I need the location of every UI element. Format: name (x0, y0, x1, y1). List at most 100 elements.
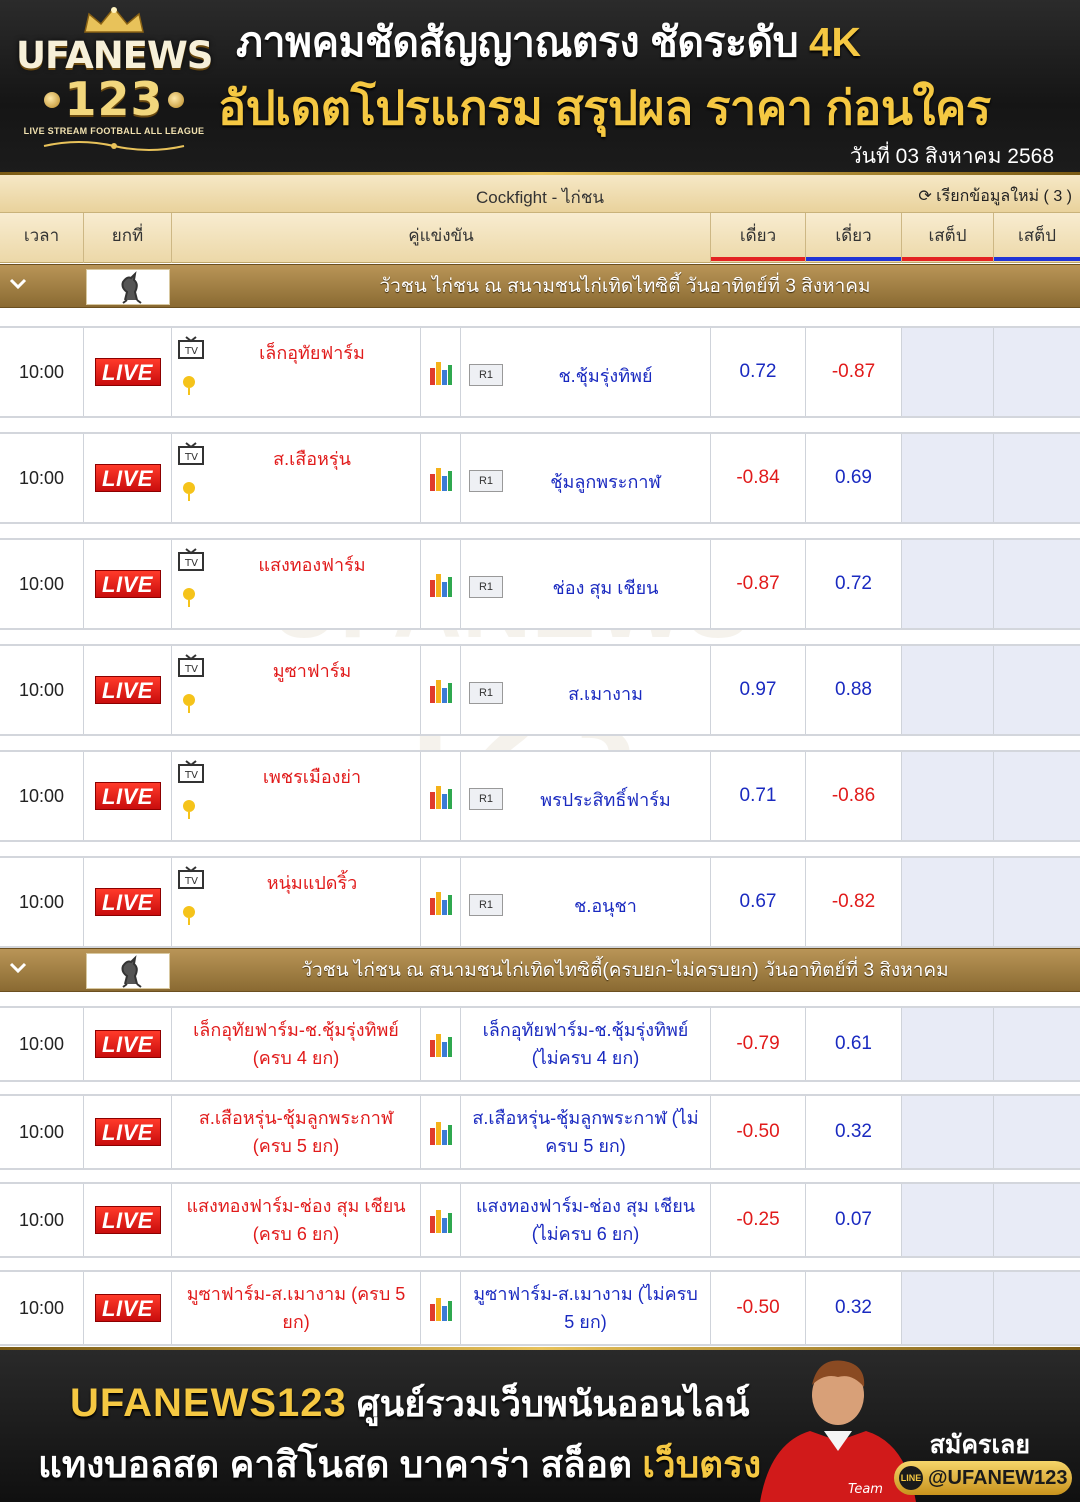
parlay-home[interactable] (902, 1184, 994, 1256)
odds-home[interactable]: -0.50 (711, 1096, 806, 1168)
match-row[interactable]: 10:00 LIVE TV แสงทองฟาร์ม R1 ช่อง สุม เชียน -0… (0, 538, 1080, 630)
tv-icon[interactable]: TV (177, 654, 205, 678)
stats-cell[interactable] (421, 328, 461, 416)
live-cell[interactable]: LIVE (84, 1272, 172, 1344)
odds-home[interactable]: 0.72 (711, 328, 806, 416)
section-header[interactable]: วัวชน ไก่ชน ณ สนามชนไก่เทิดไทซิตี้ วันอา… (0, 264, 1080, 308)
stats-icon[interactable] (429, 888, 453, 916)
parlay-home[interactable] (902, 328, 994, 416)
match-row[interactable]: 10:00 LIVE TV เล็กอุทัยฟาร์ม R1 ช.ชุ้มรุ่งทิพ… (0, 326, 1080, 418)
odds-away[interactable]: -0.86 (806, 752, 902, 840)
parlay-away[interactable] (994, 1272, 1080, 1344)
parlay-home[interactable] (902, 434, 994, 522)
live-cell[interactable]: LIVE (84, 1008, 172, 1080)
home-team-name[interactable]: ส.เสือหรุ่น (212, 444, 412, 473)
live-badge[interactable]: LIVE (94, 1206, 161, 1234)
stats-icon[interactable] (429, 358, 453, 386)
section-header[interactable]: วัวชน ไก่ชน ณ สนามชนไก่เทิดไทซิตี้(ครบยก… (0, 948, 1080, 992)
home-team-name[interactable]: หนุ่มแปดริ้ว (212, 868, 412, 897)
stats-icon[interactable] (429, 1206, 453, 1234)
home-team-name[interactable]: มูซาฟาร์ม-ส.เมางาม (ครบ 5 ยก) (180, 1272, 412, 1344)
live-badge[interactable]: LIVE (94, 358, 161, 386)
stats-cell[interactable] (421, 1184, 461, 1256)
match-row[interactable]: 10:00 LIVE TV หนุ่มแปดริ้ว R1 ช.อนุชา 0.67 -0.8… (0, 856, 1080, 948)
col-parlay-2[interactable]: เสต็ป (994, 213, 1080, 263)
live-badge[interactable]: LIVE (94, 888, 161, 916)
parlay-away[interactable] (994, 1184, 1080, 1256)
odds-home[interactable]: -0.79 (711, 1008, 806, 1080)
away-team-name[interactable]: แสงทองฟาร์ม-ช่อง สุม เชียน (ไม่ครบ 6 ยก) (469, 1184, 702, 1256)
ufanews-logo[interactable]: UFANEWS 123 LIVE STREAM FOOTBALL ALL LEA… (16, 6, 213, 168)
stats-icon[interactable] (429, 570, 453, 598)
live-badge[interactable]: LIVE (94, 676, 161, 704)
stats-icon[interactable] (429, 782, 453, 810)
stats-icon[interactable] (429, 1030, 453, 1058)
match-row[interactable]: 10:00 LIVE TV มูซาฟาร์ม R1 ส.เมางาม 0.97 0.88 (0, 644, 1080, 736)
odds-away[interactable]: 0.72 (806, 540, 902, 628)
odds-away[interactable]: 0.32 (806, 1096, 902, 1168)
stats-icon[interactable] (429, 464, 453, 492)
away-team-name[interactable]: ช่อง สุม เชียน (505, 573, 706, 602)
away-team-name[interactable]: มูซาฟาร์ม-ส.เมางาม (ไม่ครบ 5 ยก) (469, 1272, 702, 1344)
match-row[interactable]: 10:00 LIVE TV เพชรเมืองย่า R1 พรประสิทธิ์ฟาร์… (0, 750, 1080, 842)
away-team-name[interactable]: เล็กอุทัยฟาร์ม-ช.ชุ้มรุ่งทิพย์ (ไม่ครบ 4… (469, 1008, 702, 1080)
stats-icon[interactable] (429, 676, 453, 704)
live-cell[interactable]: LIVE (84, 328, 172, 416)
odds-away[interactable]: 0.32 (806, 1272, 902, 1344)
live-cell[interactable]: LIVE (84, 858, 172, 946)
odds-away[interactable]: 0.69 (806, 434, 902, 522)
live-cell[interactable]: LIVE (84, 646, 172, 734)
parlay-home[interactable] (902, 1272, 994, 1344)
chevron-down-icon[interactable] (8, 274, 28, 294)
odds-away[interactable]: 0.88 (806, 646, 902, 734)
tv-icon[interactable]: TV (177, 442, 205, 466)
parlay-away[interactable] (994, 1096, 1080, 1168)
tv-icon[interactable]: TV (177, 866, 205, 890)
parlay-away[interactable] (994, 540, 1080, 628)
odds-away[interactable]: -0.87 (806, 328, 902, 416)
home-team-name[interactable]: แสงทองฟาร์ม (212, 550, 412, 579)
live-badge[interactable]: LIVE (94, 1294, 161, 1322)
parlay-away[interactable] (994, 752, 1080, 840)
odds-home[interactable]: 0.71 (711, 752, 806, 840)
stats-cell[interactable] (421, 646, 461, 734)
live-badge[interactable]: LIVE (94, 464, 161, 492)
parlay-home[interactable] (902, 646, 994, 734)
signup-button[interactable]: สมัครเลย (930, 1425, 1030, 1465)
odds-home[interactable]: -0.87 (711, 540, 806, 628)
home-team-name[interactable]: มูซาฟาร์ม (212, 656, 412, 685)
tv-icon[interactable]: TV (177, 760, 205, 784)
odds-away[interactable]: -0.82 (806, 858, 902, 946)
line-id-button[interactable]: LINE @UFANEW123 (894, 1461, 1072, 1495)
tv-icon[interactable]: TV (177, 548, 205, 572)
match-row[interactable]: 10:00 LIVE ส.เสือหรุ่น-ชุ้มลูกพระกาฬ (ครบ … (0, 1094, 1080, 1170)
parlay-away[interactable] (994, 646, 1080, 734)
parlay-home[interactable] (902, 752, 994, 840)
odds-home[interactable]: -0.84 (711, 434, 806, 522)
odds-home[interactable]: -0.25 (711, 1184, 806, 1256)
away-team-name[interactable]: ชุ้มลูกพระกาฬ (505, 467, 706, 496)
home-team-name[interactable]: แสงทองฟาร์ม-ช่อง สุม เชียน (ครบ 6 ยก) (180, 1184, 412, 1256)
odds-home[interactable]: -0.50 (711, 1272, 806, 1344)
odds-away[interactable]: 0.61 (806, 1008, 902, 1080)
parlay-home[interactable] (902, 858, 994, 946)
stats-cell[interactable] (421, 434, 461, 522)
match-row[interactable]: 10:00 LIVE แสงทองฟาร์ม-ช่อง สุม เชียน (ครบ… (0, 1182, 1080, 1258)
parlay-home[interactable] (902, 1096, 994, 1168)
match-row[interactable]: 10:00 LIVE มูซาฟาร์ม-ส.เมางาม (ครบ 5 ยก) มู… (0, 1270, 1080, 1346)
odds-home[interactable]: 0.97 (711, 646, 806, 734)
home-team-name[interactable]: เพชรเมืองย่า (212, 762, 412, 791)
stats-icon[interactable] (429, 1294, 453, 1322)
live-badge[interactable]: LIVE (94, 570, 161, 598)
odds-away[interactable]: 0.07 (806, 1184, 902, 1256)
away-team-name[interactable]: ช.อนุชา (505, 891, 706, 920)
home-team-name[interactable]: ส.เสือหรุ่น-ชุ้มลูกพระกาฬ (ครบ 5 ยก) (180, 1096, 412, 1168)
live-cell[interactable]: LIVE (84, 434, 172, 522)
col-single-1[interactable]: เดี่ยว (711, 213, 806, 263)
live-badge[interactable]: LIVE (94, 1118, 161, 1146)
refresh-button[interactable]: ⟳ เรียกข้อมูลใหม่ ( 3 ) (918, 184, 1072, 209)
parlay-away[interactable] (994, 328, 1080, 416)
col-parlay-1[interactable]: เสต็ป (902, 213, 994, 263)
stats-cell[interactable] (421, 858, 461, 946)
col-match[interactable]: คู่แข่งขัน (172, 213, 711, 263)
